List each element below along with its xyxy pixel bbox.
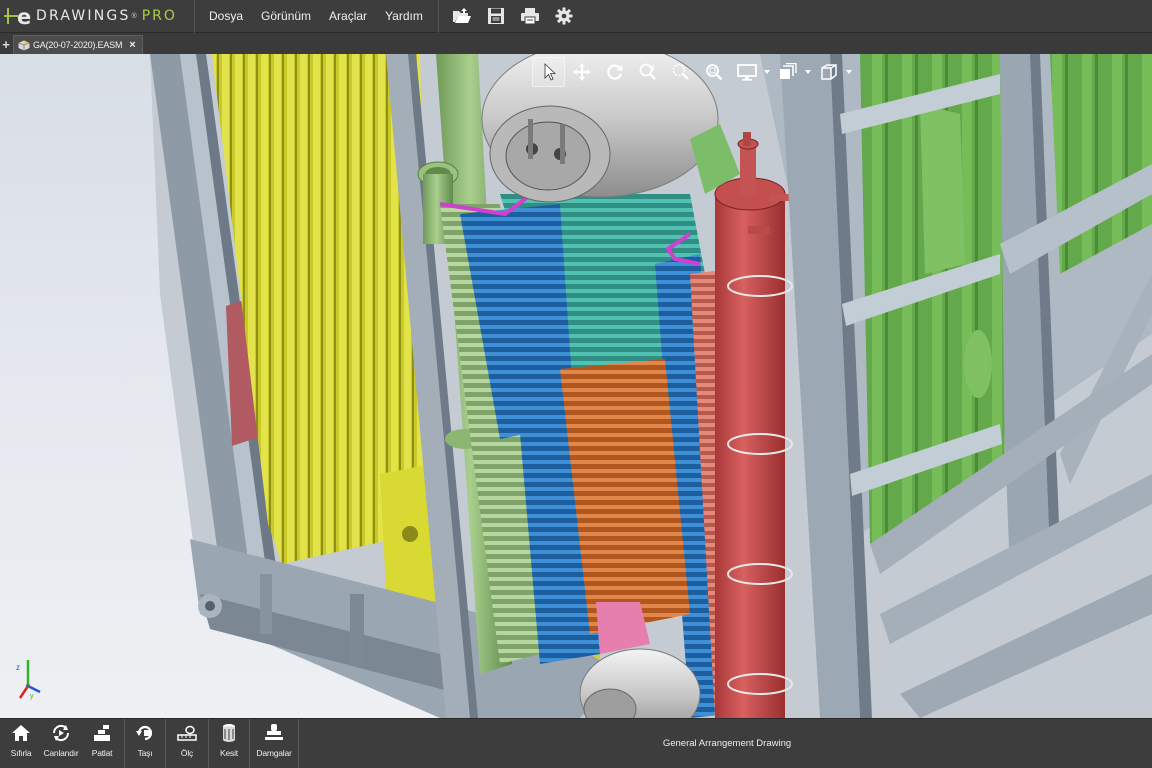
new-tab-button[interactable]: + (0, 34, 12, 54)
close-tab-button[interactable]: × (129, 39, 135, 51)
measure-icon (176, 723, 198, 743)
svg-text:y: y (30, 693, 34, 700)
styles-button[interactable] (771, 57, 804, 87)
zoom-in-out-icon (639, 63, 656, 80)
select-arrow-icon (544, 63, 556, 81)
document-tab-label: GA(20-07-2020).EASM (33, 40, 123, 50)
move-label: Taşı (137, 748, 153, 758)
toolbar-group-measure: Ölç (166, 719, 209, 768)
animate-label: Canlandır (43, 748, 79, 758)
explode-label: Patlat (91, 748, 113, 758)
menu-dosya[interactable]: Dosya (200, 0, 252, 33)
home-icon (10, 723, 32, 743)
options-button[interactable] (547, 0, 581, 33)
assembly-icon (18, 40, 30, 50)
document-title: General Arrangement Drawing (662, 738, 792, 749)
open-folder-icon (452, 8, 471, 23)
registered-mark: ® (131, 12, 137, 20)
print-icon (520, 8, 539, 25)
3d-viewport[interactable]: z y (0, 54, 1152, 718)
move-icon (134, 723, 156, 743)
views-dropdown[interactable] (845, 57, 853, 87)
explode-button[interactable]: Patlat (82, 719, 122, 768)
section-label: Kesit (220, 748, 238, 758)
toolbar-group-move: Taşı (125, 719, 166, 768)
rotate-tool-button[interactable] (598, 57, 631, 87)
pan-tool-button[interactable] (565, 57, 598, 87)
menu-yardim[interactable]: Yardım (376, 0, 432, 33)
3d-model-render[interactable] (0, 54, 1152, 718)
styles-icon (779, 63, 797, 79)
toolbar-group-stamps: Damgalar (250, 719, 299, 768)
display-mode-button[interactable] (730, 57, 763, 87)
app-logo: e DRAWINGS ® PRO (0, 0, 195, 33)
display-mode-dropdown[interactable] (763, 57, 771, 87)
animate-icon (50, 723, 72, 743)
orientation-triad-icon: z y (16, 660, 41, 700)
top-bar: e DRAWINGS ® PRO Dosya Görünüm Araçlar Yar… (0, 0, 1152, 33)
section-button[interactable]: Kesit (211, 719, 247, 768)
view-toolbar (532, 57, 853, 87)
measure-label: Ölç (180, 748, 194, 758)
styles-dropdown[interactable] (804, 57, 812, 87)
chevron-down-icon (764, 70, 770, 74)
stamps-label: Damgalar (256, 748, 292, 758)
save-button[interactable] (479, 0, 513, 33)
stamp-icon (263, 723, 285, 743)
menu-araclar[interactable]: Araçlar (320, 0, 376, 33)
section-icon (218, 723, 240, 743)
zoom-in-out-button[interactable] (631, 57, 664, 87)
svg-text:z: z (16, 663, 20, 672)
zoom-area-icon (672, 63, 689, 80)
gear-icon (555, 7, 573, 25)
menu-gorunum[interactable]: Görünüm (252, 0, 320, 33)
move-button[interactable]: Taşı (127, 719, 163, 768)
print-button[interactable] (513, 0, 547, 33)
reset-label: Sıfırla (10, 748, 32, 758)
stamps-button[interactable]: Damgalar (252, 719, 296, 768)
measure-button[interactable]: Ölç (168, 719, 206, 768)
rotate-icon (606, 64, 622, 80)
display-mode-icon (736, 64, 757, 81)
quick-access-toolbar (439, 0, 581, 33)
pan-icon (572, 63, 591, 81)
zoom-fit-icon (705, 64, 722, 81)
toolbar-group-view: Sıfırla Canlandır Patlat (0, 719, 125, 768)
app-edition: PRO (141, 8, 177, 24)
explode-icon (91, 723, 113, 743)
save-icon (487, 8, 504, 24)
views-button[interactable] (812, 57, 845, 87)
toolbar-group-section: Kesit (209, 719, 250, 768)
svg-text:e: e (17, 5, 31, 27)
zoom-area-button[interactable] (664, 57, 697, 87)
chevron-down-icon (805, 70, 811, 74)
views-cube-icon (820, 64, 837, 80)
main-menu: Dosya Görünüm Araçlar Yardım (195, 0, 439, 33)
chevron-down-icon (846, 70, 852, 74)
reset-button[interactable]: Sıfırla (2, 719, 40, 768)
open-button[interactable] (445, 0, 479, 33)
zoom-fit-button[interactable] (697, 57, 730, 87)
select-tool-button[interactable] (532, 57, 565, 87)
app-brand-name: DRAWINGS (36, 8, 131, 24)
document-tab-bar: + GA(20-07-2020).EASM × (0, 34, 1152, 54)
document-tab[interactable]: GA(20-07-2020).EASM × (13, 35, 143, 54)
animate-button[interactable]: Canlandır (40, 719, 82, 768)
edrawings-e-icon: e (4, 5, 34, 29)
